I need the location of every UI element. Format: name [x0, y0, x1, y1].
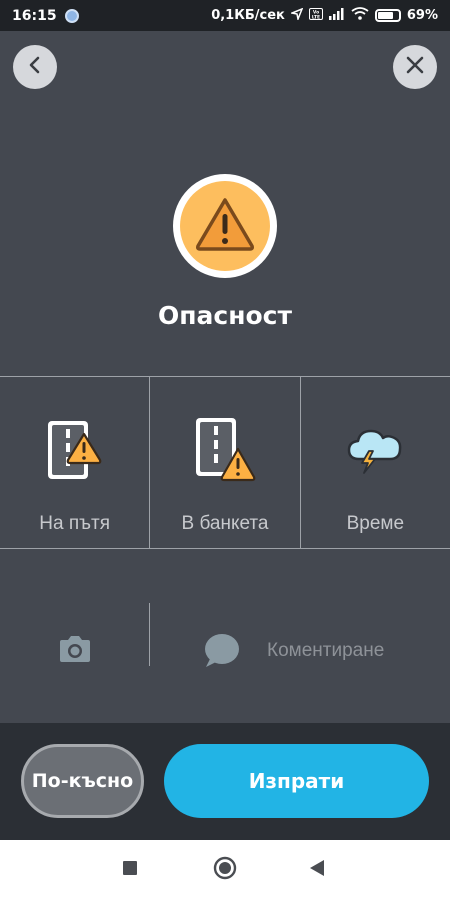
page-title: Опасност	[158, 301, 292, 330]
road-hazard-icon	[44, 415, 106, 485]
attachments-row: Коментиране	[0, 551, 450, 721]
svg-text:LTE: LTE	[312, 14, 320, 20]
wifi-icon	[351, 7, 369, 24]
category-on-road[interactable]: На пътя	[0, 377, 149, 548]
recents-button[interactable]	[118, 858, 142, 882]
category-shoulder[interactable]: В банкета	[149, 377, 299, 548]
status-right: 0,1КБ/сек Vo LTE 69%	[211, 7, 438, 24]
close-button[interactable]	[393, 45, 437, 89]
hero-circle	[180, 181, 270, 271]
close-icon	[405, 55, 425, 79]
triangle-back-icon	[309, 859, 325, 881]
warning-triangle-icon	[194, 196, 256, 256]
comment-placeholder: Коментиране	[267, 640, 385, 661]
comment-input[interactable]: Коментиране	[195, 621, 425, 681]
location-arrow-icon	[289, 7, 304, 24]
home-button[interactable]	[213, 856, 237, 884]
battery-icon	[374, 9, 401, 22]
signal-icon	[328, 7, 345, 24]
report-panel: Опасност На пътя В банкета Време Коменти…	[0, 31, 450, 723]
later-button[interactable]: По-късно	[21, 744, 144, 818]
send-button[interactable]: Изпрати	[164, 744, 429, 818]
category-weather[interactable]: Време	[299, 377, 450, 548]
nav-back-button[interactable]	[305, 858, 329, 882]
category-label: В банкета	[181, 513, 269, 534]
shoulder-hazard-icon	[192, 415, 258, 485]
speech-bubble-icon	[195, 633, 245, 669]
network-speed: 0,1КБ/сек	[211, 8, 285, 23]
hazard-hero	[173, 174, 277, 278]
category-label: На пътя	[39, 513, 111, 534]
circle-icon	[213, 856, 237, 884]
status-bar: 16:15 0,1КБ/сек Vo LTE 69%	[0, 0, 450, 31]
volte-icon: Vo LTE	[308, 7, 323, 24]
back-button[interactable]	[13, 45, 57, 89]
weather-storm-icon	[345, 415, 405, 485]
status-time: 16:15	[12, 7, 57, 24]
category-grid: На пътя В банкета Време	[0, 376, 450, 549]
divider	[149, 603, 150, 666]
system-nav-bar	[0, 840, 450, 900]
camera-button[interactable]	[50, 631, 100, 671]
app-notification-icon	[64, 8, 79, 23]
action-bar: По-късно Изпрати	[0, 723, 450, 840]
category-label: Време	[346, 513, 405, 534]
square-icon	[122, 860, 138, 880]
chevron-left-icon	[26, 56, 44, 78]
battery-percent: 69%	[406, 8, 438, 23]
camera-icon	[57, 634, 93, 668]
